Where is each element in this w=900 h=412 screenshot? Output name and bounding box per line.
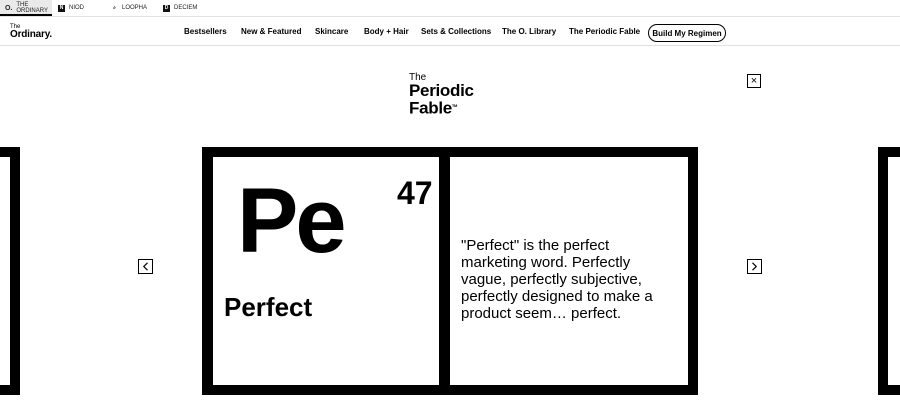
next-button[interactable] [747,259,762,274]
element-name: Perfect [224,292,313,322]
close-button[interactable]: × [747,74,761,88]
the-ordinary-brand-icon: O. [5,4,13,12]
niod-brand-icon: N [58,4,65,12]
element-description-panel: "Perfect" is the perfect marketing word.… [450,157,688,385]
chevron-right-icon [752,262,758,271]
site-logo[interactable]: The Ordinary. [10,23,52,40]
nav-periodic-fable[interactable]: The Periodic Fable [569,27,640,36]
brand-the-ordinary[interactable]: O. THE ORDINARY [0,0,52,16]
brand-label: DECIEM [174,5,198,11]
element-description: "Perfect" is the perfect marketing word.… [461,237,653,322]
nav-skincare[interactable]: Skincare [315,27,348,36]
nav-new-featured[interactable]: New & Featured [241,27,301,36]
element-tile: Pe 47 Perfect [213,157,439,385]
chevron-left-icon [142,262,148,271]
element-symbol: Pe [237,170,347,272]
brand-switcher-bar: O. THE ORDINARY N NIOD ⌕ LOOPHA D DECIEM [0,0,900,17]
fable-logo-line: Periodic [409,81,474,100]
brand-loopha[interactable]: ⌕ LOOPHA [111,0,147,16]
nav-bestsellers[interactable]: Bestsellers [184,27,227,36]
brand-label: NIOD [69,5,84,11]
nav-o-library[interactable]: The O. Library [502,27,556,36]
element-number: 47 [397,175,433,211]
brand-label: LOOPHA [122,5,148,11]
active-brand-indicator [0,14,52,16]
next-card-peek [878,147,900,395]
periodic-fable-logo: The Periodic FableTM [409,73,474,118]
fable-logo-line: FableTM [409,98,474,118]
element-card: Pe 47 Perfect "Perfect" is the perfect m… [202,147,698,395]
logo-wordmark: Ordinary. [10,29,52,40]
main-navigation: The Ordinary. Bestsellers New & Featured… [0,17,900,46]
nav-body-hair[interactable]: Body + Hair [364,27,409,36]
previous-button[interactable] [138,259,153,274]
trademark-mark: TM [451,103,458,108]
brand-niod[interactable]: N NIOD [58,0,84,16]
brand-deciem[interactable]: D DECIEM [163,0,197,16]
build-regimen-button[interactable]: Build My Regimen [648,24,726,42]
previous-card-peek [0,147,20,395]
fable-logo-word: Fable [409,98,452,118]
loopha-brand-icon: ⌕ [113,5,116,11]
close-icon: × [750,74,758,87]
nav-sets-collections[interactable]: Sets & Collections [421,27,491,36]
deciem-brand-icon: D [163,4,170,12]
